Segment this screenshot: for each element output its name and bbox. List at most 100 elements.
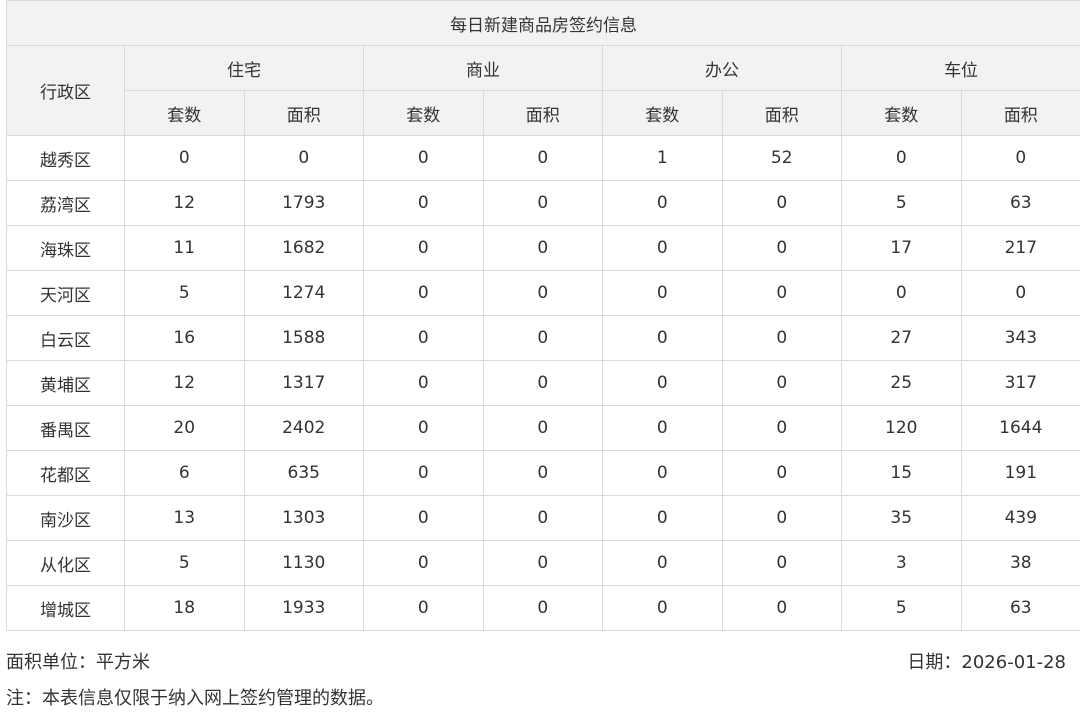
- table-row: 荔湾区 12 1793 0 0 0 0 5 63: [6, 180, 1080, 226]
- area-cell: 0: [482, 450, 603, 496]
- area-cell: 1793: [243, 180, 364, 226]
- area-cell: 0: [482, 135, 603, 181]
- sub-header-units: 套数: [602, 90, 723, 136]
- units-cell: 5: [841, 180, 962, 226]
- area-cell: 0: [960, 135, 1080, 181]
- report-date: 日期：2026-01-28: [907, 652, 1066, 673]
- units-cell: 0: [363, 315, 484, 361]
- area-cell: 0: [482, 225, 603, 271]
- units-cell: 3: [841, 540, 962, 586]
- table-footnote: 注：本表信息仅限于纳入网上签约管理的数据。: [6, 688, 384, 709]
- area-cell: 0: [721, 585, 842, 631]
- district-name: 越秀区: [6, 135, 125, 181]
- units-cell: 0: [602, 225, 723, 271]
- units-cell: 0: [602, 585, 723, 631]
- units-cell: 25: [841, 360, 962, 406]
- units-cell: 17: [841, 225, 962, 271]
- area-cell: 1303: [243, 495, 364, 541]
- table-row: 海珠区 11 1682 0 0 0 0 17 217: [6, 225, 1080, 271]
- group-header-parking: 车位: [840, 45, 1080, 91]
- area-cell: 0: [721, 315, 842, 361]
- area-cell: 635: [243, 450, 364, 496]
- units-cell: 12: [124, 360, 245, 406]
- table-row: 越秀区 0 0 0 0 1 52 0 0: [6, 135, 1080, 181]
- area-cell: 0: [482, 540, 603, 586]
- area-cell: 0: [721, 270, 842, 316]
- district-name: 南沙区: [6, 495, 125, 541]
- district-name: 番禺区: [6, 405, 125, 451]
- sub-header-area: 面积: [243, 90, 364, 136]
- sub-header-area: 面积: [482, 90, 603, 136]
- area-cell: 0: [482, 495, 603, 541]
- area-cell: 63: [960, 585, 1080, 631]
- table-row: 增城区 18 1933 0 0 0 0 5 63: [6, 585, 1080, 631]
- area-cell: 1682: [243, 225, 364, 271]
- units-cell: 0: [363, 360, 484, 406]
- sub-header-area: 面积: [721, 90, 842, 136]
- area-cell: 1644: [960, 405, 1080, 451]
- units-cell: 0: [841, 135, 962, 181]
- area-cell: 63: [960, 180, 1080, 226]
- units-cell: 20: [124, 405, 245, 451]
- area-cell: 0: [721, 225, 842, 271]
- area-cell: 317: [960, 360, 1080, 406]
- area-cell: 0: [482, 180, 603, 226]
- table-row: 南沙区 13 1303 0 0 0 0 35 439: [6, 495, 1080, 541]
- units-cell: 0: [124, 135, 245, 181]
- units-cell: 35: [841, 495, 962, 541]
- units-cell: 0: [602, 450, 723, 496]
- area-cell: 0: [721, 495, 842, 541]
- area-cell: 0: [482, 585, 603, 631]
- units-cell: 0: [602, 180, 723, 226]
- area-cell: 52: [721, 135, 842, 181]
- table-row: 花都区 6 635 0 0 0 0 15 191: [6, 450, 1080, 496]
- table-row: 从化区 5 1130 0 0 0 0 3 38: [6, 540, 1080, 586]
- units-cell: 0: [363, 135, 484, 181]
- district-name: 荔湾区: [6, 180, 125, 226]
- units-cell: 0: [363, 495, 484, 541]
- units-cell: 27: [841, 315, 962, 361]
- area-cell: 0: [243, 135, 364, 181]
- group-header-commercial: 商业: [363, 45, 603, 91]
- sub-header-area: 面积: [960, 90, 1080, 136]
- table-row: 白云区 16 1588 0 0 0 0 27 343: [6, 315, 1080, 361]
- sub-header-units: 套数: [124, 90, 245, 136]
- district-name: 花都区: [6, 450, 125, 496]
- units-cell: 5: [124, 540, 245, 586]
- area-cell: 2402: [243, 405, 364, 451]
- area-unit-note: 面积单位：平方米: [6, 652, 150, 673]
- area-cell: 217: [960, 225, 1080, 271]
- area-cell: 0: [482, 315, 603, 361]
- units-cell: 12: [124, 180, 245, 226]
- district-name: 天河区: [6, 270, 125, 316]
- units-cell: 120: [841, 405, 962, 451]
- units-cell: 5: [841, 585, 962, 631]
- units-cell: 13: [124, 495, 245, 541]
- table-row: 黄埔区 12 1317 0 0 0 0 25 317: [6, 360, 1080, 406]
- group-header-residential: 住宅: [124, 45, 364, 91]
- area-cell: 343: [960, 315, 1080, 361]
- district-name: 海珠区: [6, 225, 125, 271]
- sign-info-table: 每日新建商品房签约信息 行政区 住宅 商业 办公 车位 套数 面积 套数 面积 …: [5, 0, 1080, 631]
- units-cell: 0: [602, 405, 723, 451]
- units-cell: 0: [363, 405, 484, 451]
- units-cell: 0: [363, 270, 484, 316]
- district-name: 从化区: [6, 540, 125, 586]
- units-cell: 0: [363, 180, 484, 226]
- units-cell: 6: [124, 450, 245, 496]
- area-cell: 0: [721, 180, 842, 226]
- area-cell: 0: [721, 540, 842, 586]
- table-title: 每日新建商品房签约信息: [5, 0, 1080, 46]
- area-cell: 0: [482, 270, 603, 316]
- units-cell: 11: [124, 225, 245, 271]
- units-cell: 0: [602, 360, 723, 406]
- area-cell: 191: [960, 450, 1080, 496]
- district-name: 白云区: [6, 315, 125, 361]
- area-cell: 1588: [243, 315, 364, 361]
- area-cell: 1933: [243, 585, 364, 631]
- area-cell: 38: [960, 540, 1080, 586]
- units-cell: 18: [124, 585, 245, 631]
- district-name: 增城区: [6, 585, 125, 631]
- district-name: 黄埔区: [6, 360, 125, 406]
- area-cell: 1274: [243, 270, 364, 316]
